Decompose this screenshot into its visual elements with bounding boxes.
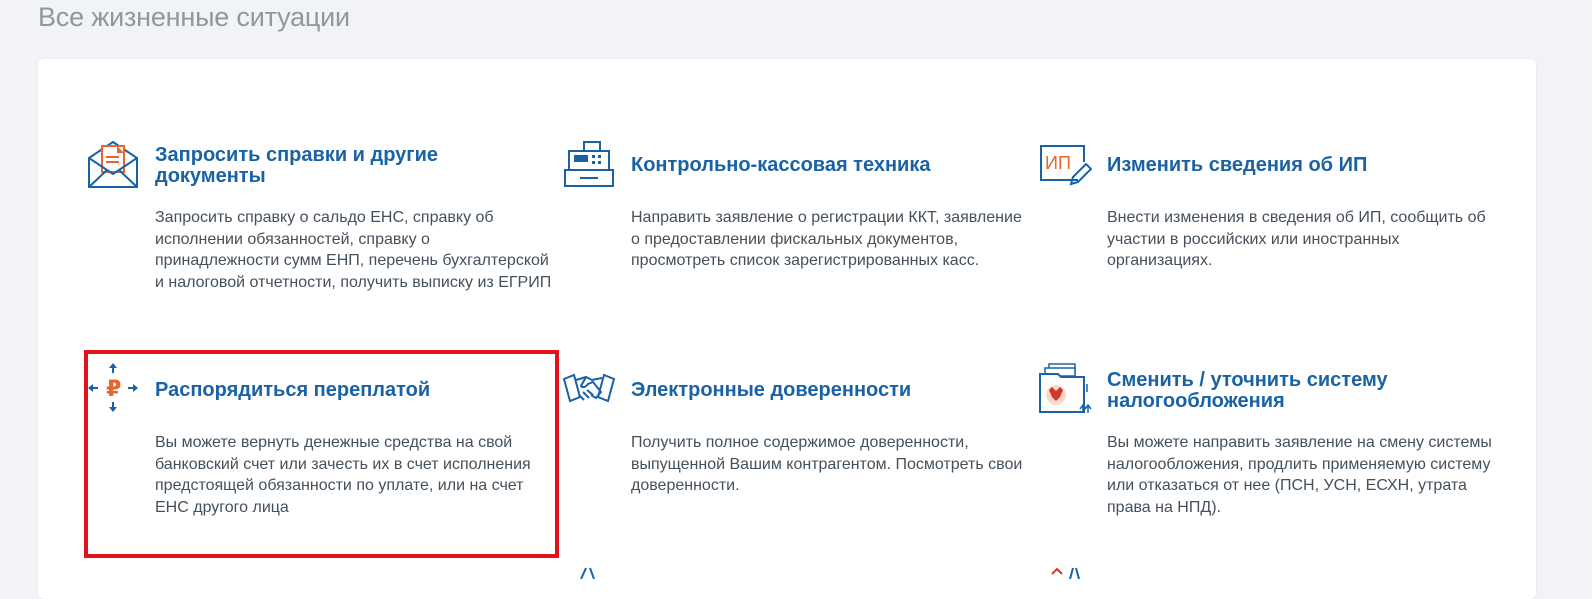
tax-system-folder-icon [1038,362,1092,416]
card-title: Электронные доверенности [631,379,912,401]
handshake-icon [562,362,616,416]
card-description: Получить полное содержимое доверенности,… [631,434,1023,495]
card-description: Вы можете вернуть денежные средства на с… [155,434,531,516]
card-title: Изменить сведения об ИП [1107,154,1368,176]
next-row-icon-fragment [1050,566,1080,584]
card-description: Направить заявление о регистрации ККТ, з… [631,209,1022,270]
envelope-document-icon [86,140,140,194]
ruble-icon-text: ₽ [106,377,121,402]
cash-register-icon [562,140,616,194]
card-description: Запросить справку о сальдо ЕНС, справку … [155,209,552,291]
card-title: Запросить справки и другие документы [155,144,439,187]
card-description: Вы можете направить заявление на смену с… [1107,434,1492,516]
ruble-arrows-icon: ₽ [86,362,140,416]
card-description: Внести изменения в сведения об ИП, сообщ… [1107,209,1486,270]
card-title: Распорядиться переплатой [155,379,431,401]
page-title: Все жизненные ситуации [38,2,350,32]
next-row-icon-fragment [578,566,598,584]
card-title: Сменить / уточнить систему налогообложен… [1107,369,1388,412]
ip-edit-icon: ИП [1038,140,1093,194]
ip-icon-text: ИП [1045,153,1071,173]
card-title: Контрольно-кассовая техника [631,154,931,176]
